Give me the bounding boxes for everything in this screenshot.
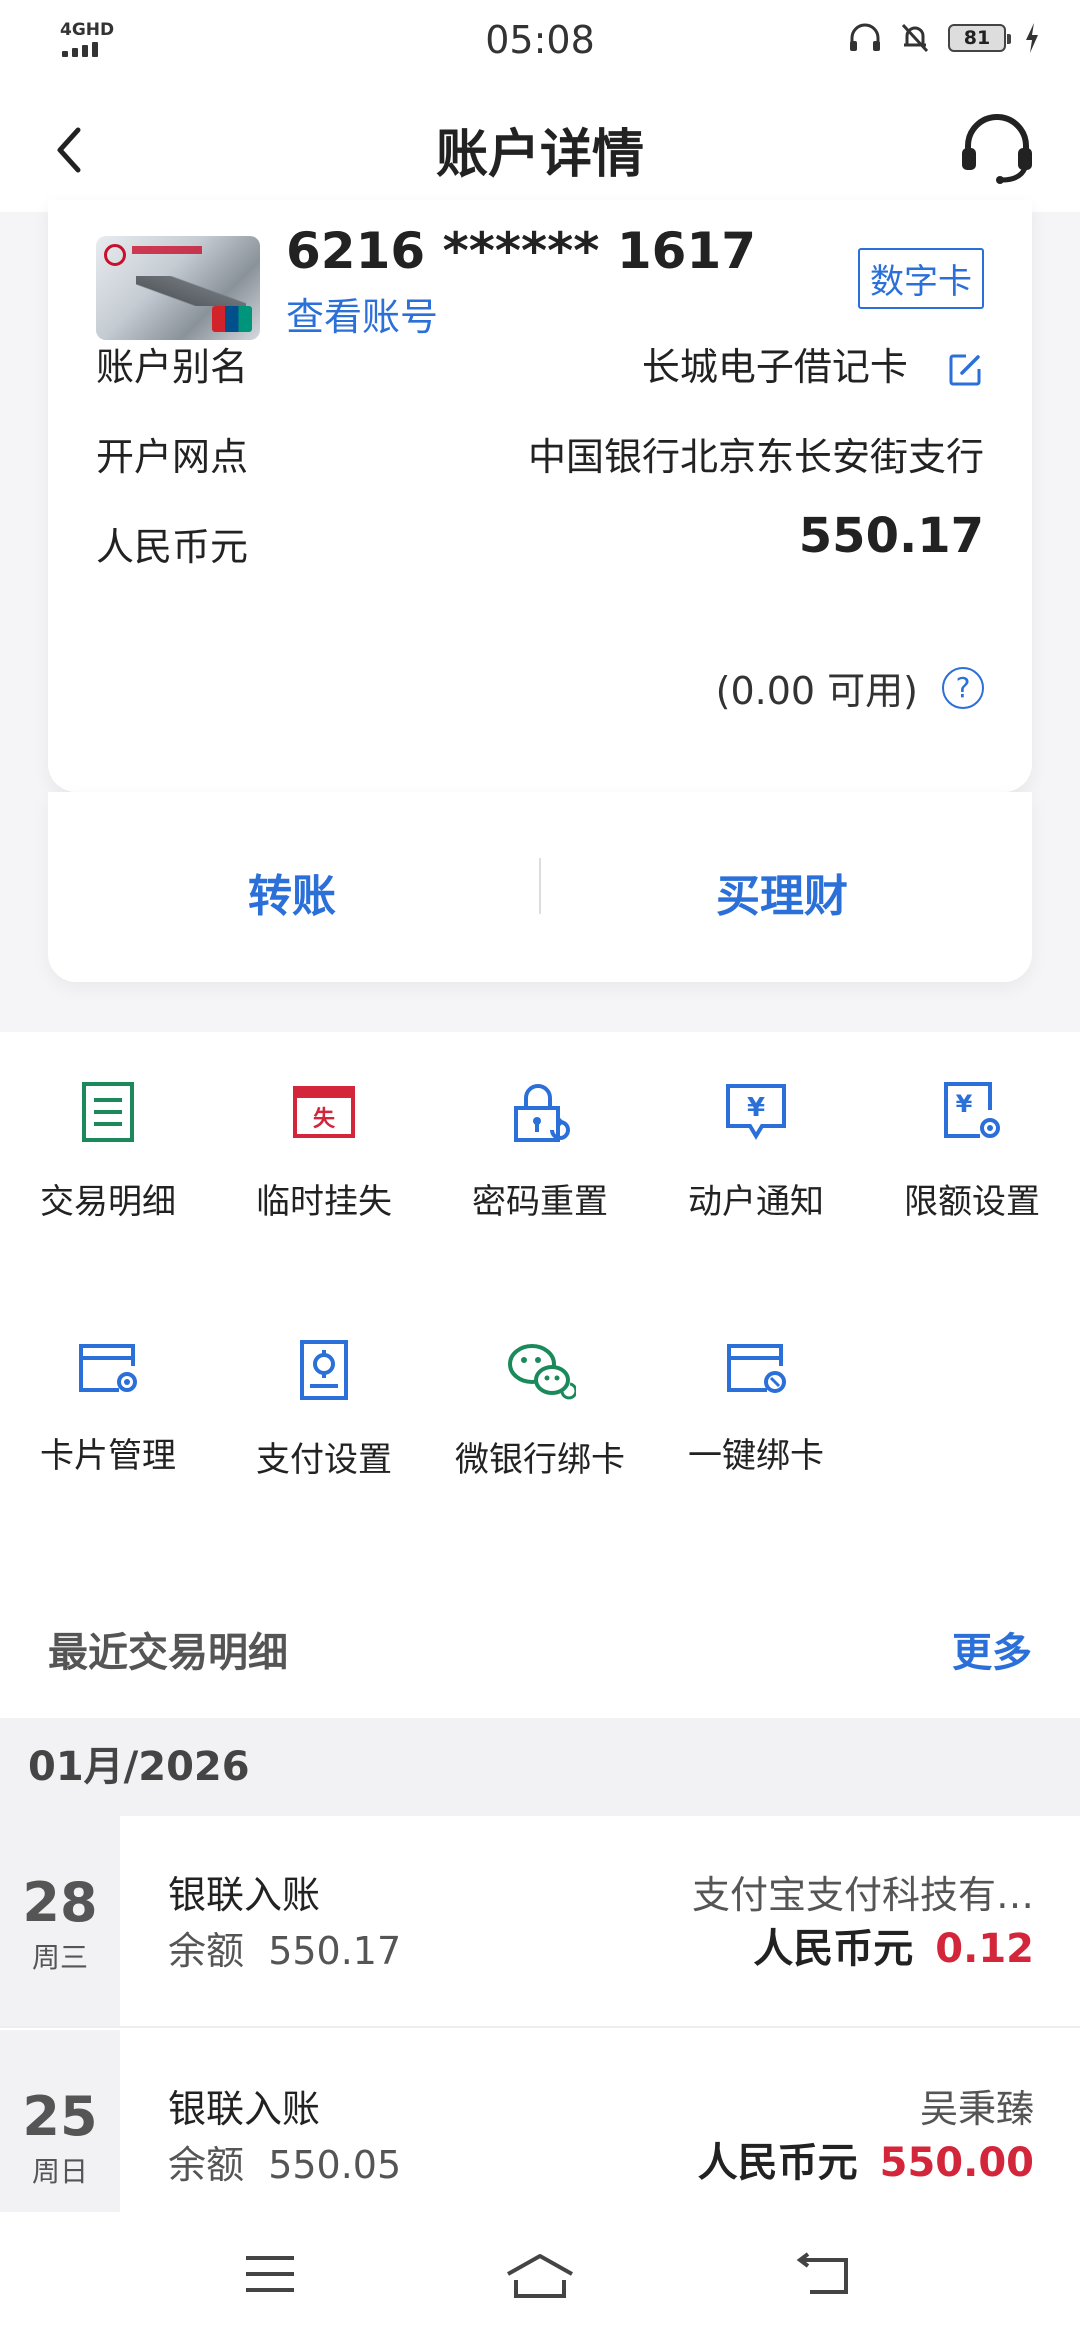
service-card-manage[interactable]: 卡片管理 — [0, 1338, 216, 1477]
battery-icon: 81 — [948, 24, 1011, 52]
service-report-loss[interactable]: 失 临时挂失 — [216, 1080, 432, 1223]
status-bar: 4GHD 05:08 81 — [0, 0, 1080, 82]
svg-text:¥: ¥ — [956, 1090, 973, 1118]
system-navigation-bar — [0, 2212, 1080, 2340]
transaction-row[interactable]: 25 周日 银联入账 余额 550.05 吴秉臻 人民币元 550.00 — [0, 2030, 1080, 2242]
card-number: 6216 ****** 1617 — [286, 222, 757, 280]
service-label: 一键绑卡 — [688, 1436, 824, 1476]
headset-icon — [962, 114, 1032, 184]
branch-label: 开户网点 — [96, 435, 249, 479]
date-column: 25 周日 — [0, 2030, 120, 2240]
digital-card-badge: 数字卡 — [858, 248, 984, 309]
tx-type: 银联入账 — [168, 2087, 321, 2131]
service-one-click-bind[interactable]: 一键绑卡 — [648, 1338, 864, 1477]
headphones-icon — [850, 23, 880, 51]
home-button[interactable] — [504, 2252, 576, 2304]
service-label: 支付设置 — [256, 1440, 392, 1480]
tx-weekday: 周三 — [31, 1941, 88, 1974]
tx-day: 25 — [22, 2085, 98, 2148]
tx-amount: 人民币元 550.00 — [697, 2140, 1034, 2186]
limit-settings-icon: ¥ — [944, 1082, 1000, 1138]
balance-amount: 550.17 — [798, 508, 984, 564]
page-title: 账户详情 — [435, 125, 644, 185]
service-label: 卡片管理 — [40, 1436, 176, 1476]
report-loss-icon: 失 — [293, 1086, 355, 1138]
status-icons: 81 — [848, 22, 1040, 54]
service-label: 微银行绑卡 — [455, 1440, 625, 1480]
tx-day: 28 — [22, 1871, 98, 1934]
tx-type: 银联入账 — [168, 1873, 321, 1917]
service-account-notify[interactable]: ¥ 动户通知 — [648, 1080, 864, 1223]
wechat-bind-icon — [508, 1344, 576, 1400]
available-text: (0.00 可用) — [715, 669, 918, 713]
transfer-button[interactable]: 转账 — [248, 860, 336, 924]
alias-value: 长城电子借记卡 — [641, 345, 908, 389]
service-label: 密码重置 — [472, 1182, 608, 1222]
available-balance: (0.00 可用) ? — [716, 660, 984, 715]
yuan-notify-icon: ¥ — [726, 1084, 786, 1140]
back-nav-button[interactable] — [796, 2252, 852, 2300]
transaction-row[interactable]: 28 周三 银联入账 余额 550.17 支付宝支付科技有… 人民币元 0.12 — [0, 1816, 1080, 2028]
tx-weekday: 周日 — [31, 2155, 88, 2188]
mute-bell-icon — [901, 23, 929, 53]
service-label: 动户通知 — [688, 1182, 824, 1222]
alias-label: 账户别名 — [96, 345, 249, 389]
password-reset-icon — [514, 1084, 570, 1142]
bank-card-image — [96, 236, 260, 340]
card-manage-icon — [79, 1344, 137, 1392]
actions-divider — [539, 858, 541, 914]
payment-settings-icon — [300, 1340, 348, 1400]
service-payment-settings[interactable]: 支付设置 — [216, 1338, 432, 1481]
menu-icon — [246, 2256, 294, 2292]
edit-icon[interactable] — [946, 351, 984, 389]
customer-service-button[interactable] — [958, 112, 1036, 186]
service-transaction-details[interactable]: 交易明细 — [0, 1080, 216, 1223]
navigation-bar: 账户详情 — [0, 82, 1080, 212]
tx-balance: 余额 550.17 — [168, 1929, 402, 1973]
service-label: 限额设置 — [904, 1182, 1040, 1222]
tx-counterparty: 吴秉臻 — [919, 2087, 1034, 2131]
ledger-icon — [82, 1082, 134, 1142]
month-header: 01月/2026 — [0, 1718, 1080, 1816]
currency-label: 人民币元 — [96, 525, 249, 569]
charging-icon — [1026, 23, 1038, 53]
menu-button[interactable] — [244, 2252, 296, 2300]
account-details-screen: 4GHD 05:08 81 账户详情 6216 ****** 1617 查看账号… — [0, 0, 1080, 2340]
svg-text:失: 失 — [313, 1107, 336, 1132]
help-icon[interactable]: ? — [942, 666, 984, 709]
svg-text:¥: ¥ — [747, 1093, 765, 1123]
recent-transactions-title: 最近交易明细 — [48, 1630, 288, 1676]
tx-counterparty: 支付宝支付科技有… — [691, 1873, 1034, 1917]
date-column: 28 周三 — [0, 1816, 120, 2026]
account-actions: 转账 买理财 — [48, 792, 1032, 982]
tx-balance: 余额 550.05 — [168, 2143, 402, 2187]
one-click-bind-icon — [727, 1344, 786, 1393]
account-card: 6216 ****** 1617 查看账号 数字卡 账户别名 长城电子借记卡 开… — [48, 200, 1032, 792]
view-account-link[interactable]: 查看账号 — [286, 286, 438, 341]
service-label: 临时挂失 — [256, 1182, 392, 1222]
home-icon — [507, 2254, 573, 2298]
service-label: 交易明细 — [40, 1182, 176, 1222]
service-limit-settings[interactable]: ¥ 限额设置 — [864, 1080, 1080, 1223]
more-link[interactable]: 更多 — [952, 1620, 1032, 1678]
service-wechat-bind[interactable]: 微银行绑卡 — [432, 1338, 648, 1481]
buy-wealth-button[interactable]: 买理财 — [716, 860, 848, 924]
tx-amount: 人民币元 0.12 — [753, 1926, 1034, 1972]
service-password-reset[interactable]: 密码重置 — [432, 1080, 648, 1223]
branch-value: 中国银行北京东长安街支行 — [527, 435, 984, 479]
return-icon — [796, 2252, 848, 2294]
